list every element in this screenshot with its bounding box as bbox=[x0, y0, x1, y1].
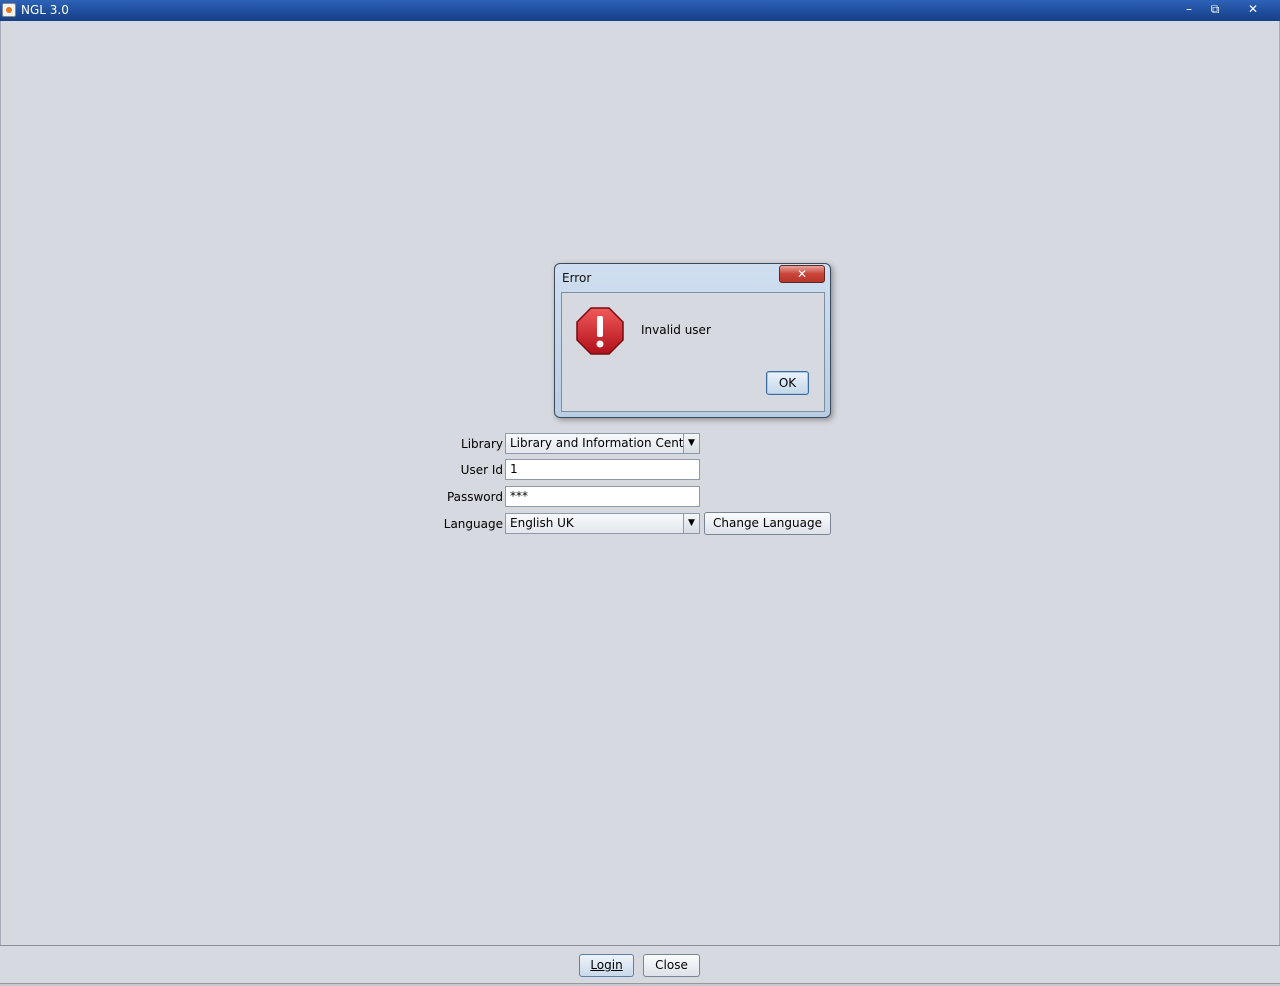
window-titlebar: NGL 3.0 – ⧉ ✕ bbox=[0, 0, 1280, 21]
close-button[interactable]: Close bbox=[643, 954, 700, 977]
chevron-down-icon[interactable]: ▼ bbox=[683, 434, 699, 453]
password-label: Password bbox=[446, 490, 503, 504]
dialog-close-button[interactable]: ✕ bbox=[779, 265, 825, 283]
error-dialog: Error ✕ Invalid user OK bbox=[554, 263, 831, 418]
change-language-button[interactable]: Change Language bbox=[704, 512, 831, 535]
minimize-button[interactable]: – bbox=[1176, 0, 1202, 18]
window-close-button[interactable]: ✕ bbox=[1240, 0, 1266, 18]
userid-input[interactable]: 1 bbox=[505, 459, 700, 480]
ok-button[interactable]: OK bbox=[766, 371, 809, 395]
library-select[interactable]: Library and Information Center ▼ bbox=[505, 433, 700, 454]
main-content bbox=[0, 21, 1280, 945]
language-select[interactable]: English UK ▼ bbox=[505, 513, 700, 534]
maximize-button[interactable]: ⧉ bbox=[1202, 0, 1228, 18]
library-label: Library bbox=[461, 437, 503, 451]
login-button[interactable]: Login bbox=[579, 954, 634, 977]
dialog-message: Invalid user bbox=[641, 323, 711, 337]
error-stop-icon bbox=[576, 307, 624, 355]
dialog-title: Error bbox=[562, 271, 592, 285]
dialog-body: Invalid user OK bbox=[561, 292, 825, 412]
chevron-down-icon[interactable]: ▼ bbox=[683, 514, 699, 533]
java-app-icon bbox=[2, 3, 16, 17]
password-input[interactable]: *** bbox=[505, 486, 700, 507]
language-select-value: English UK bbox=[510, 516, 574, 530]
library-select-value: Library and Information Center bbox=[510, 436, 696, 450]
footer-bar: Login Close bbox=[0, 945, 1280, 986]
window-title: NGL 3.0 bbox=[21, 3, 69, 17]
language-label: Language bbox=[443, 517, 503, 531]
userid-label: User Id bbox=[460, 463, 503, 477]
